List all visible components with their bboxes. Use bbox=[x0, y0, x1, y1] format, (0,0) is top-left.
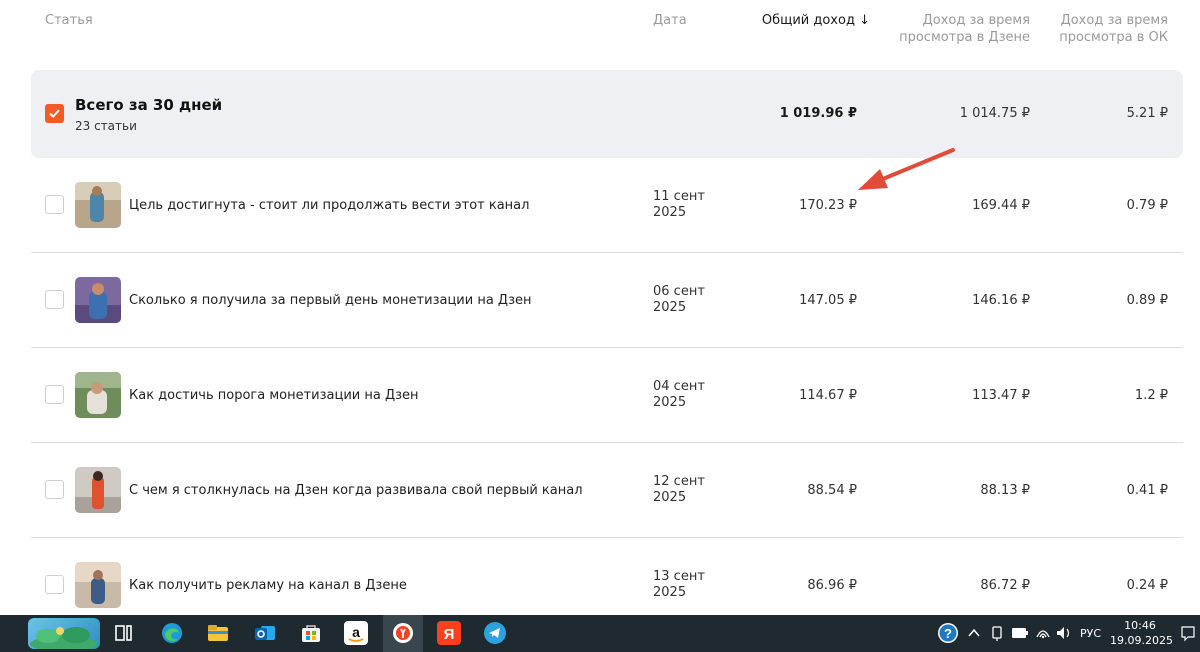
row-total: 114.67 ₽ bbox=[799, 388, 857, 403]
notifications-icon[interactable] bbox=[1178, 615, 1198, 652]
task-view-icon[interactable] bbox=[112, 621, 136, 645]
chevron-up-icon[interactable] bbox=[966, 615, 982, 652]
yandex-browser-icon[interactable] bbox=[391, 621, 415, 645]
column-ok-line1: Доход за время bbox=[1060, 13, 1168, 28]
date-year: 2025 bbox=[653, 395, 687, 410]
article-thumbnail[interactable] bbox=[75, 467, 121, 513]
taskbar: a Я ? РУС 10:46 19.09.2025 bbox=[0, 615, 1200, 652]
article-title[interactable]: Сколько я получила за первый день монети… bbox=[129, 293, 532, 308]
article-date: 13 сент 2025 bbox=[653, 569, 713, 601]
row-total: 88.54 ₽ bbox=[807, 483, 857, 498]
article-thumbnail[interactable] bbox=[75, 372, 121, 418]
row-zen: 146.16 ₽ bbox=[972, 293, 1030, 308]
article-date: 11 сент 2025 bbox=[653, 189, 713, 221]
row-checkbox[interactable] bbox=[45, 575, 64, 594]
battery-icon[interactable] bbox=[1010, 615, 1030, 652]
outlook-icon[interactable] bbox=[253, 621, 277, 645]
date-year: 2025 bbox=[653, 585, 687, 600]
clock[interactable]: 10:46 19.09.2025 bbox=[1110, 618, 1173, 648]
column-ok-income[interactable]: Доход за время просмотра в ОК bbox=[1040, 12, 1168, 46]
language-indicator[interactable]: РУС bbox=[1080, 627, 1101, 640]
column-total-income[interactable]: Общий доход ↓ bbox=[700, 12, 870, 29]
article-title[interactable]: Цель достигнута - стоит ли продолжать ве… bbox=[129, 198, 529, 213]
row-ok: 1.2 ₽ bbox=[1134, 388, 1168, 403]
store-icon[interactable] bbox=[299, 621, 323, 645]
widgets-icon[interactable] bbox=[28, 618, 100, 649]
column-zen-income[interactable]: Доход за время просмотра в Дзене bbox=[880, 12, 1030, 46]
device-icon[interactable] bbox=[988, 615, 1006, 652]
clock-date: 19.09.2025 bbox=[1110, 634, 1173, 647]
row-total: 170.23 ₽ bbox=[799, 198, 857, 213]
summary-title: Всего за 30 дней bbox=[75, 96, 223, 114]
article-date: 04 сент 2025 bbox=[653, 379, 713, 411]
column-total-label: Общий доход bbox=[761, 13, 855, 28]
column-zen-line2: просмотра в Дзене bbox=[899, 30, 1030, 45]
article-thumbnail[interactable] bbox=[75, 277, 121, 323]
row-checkbox[interactable] bbox=[45, 290, 64, 309]
sort-down-arrow-icon: ↓ bbox=[859, 13, 870, 28]
article-thumbnail[interactable] bbox=[75, 182, 121, 228]
row-checkbox[interactable] bbox=[45, 195, 64, 214]
table-row[interactable]: Как достичь порога монетизации на Дзен 0… bbox=[31, 348, 1183, 443]
row-ok: 0.79 ₽ bbox=[1126, 198, 1168, 213]
amazon-icon[interactable]: a bbox=[344, 621, 368, 645]
row-total: 147.05 ₽ bbox=[799, 293, 857, 308]
table-row[interactable]: Сколько я получила за первый день монети… bbox=[31, 253, 1183, 348]
svg-text:Я: Я bbox=[444, 626, 455, 643]
article-date: 12 сент 2025 bbox=[653, 474, 713, 506]
date-day: 13 сент bbox=[653, 569, 705, 584]
help-icon[interactable]: ? bbox=[936, 615, 960, 652]
row-checkbox[interactable] bbox=[45, 480, 64, 499]
row-zen: 113.47 ₽ bbox=[972, 388, 1030, 403]
date-year: 2025 bbox=[653, 490, 687, 505]
article-title[interactable]: С чем я столкнулась на Дзен когда развив… bbox=[129, 483, 583, 498]
file-explorer-icon[interactable] bbox=[206, 621, 230, 645]
table-row[interactable]: С чем я столкнулась на Дзен когда развив… bbox=[31, 443, 1183, 538]
summary-row: Всего за 30 дней 23 статьи 1 019.96 ₽ 1 … bbox=[31, 70, 1183, 158]
column-ok-line2: просмотра в ОК bbox=[1059, 30, 1168, 45]
svg-text:?: ? bbox=[944, 626, 952, 641]
article-thumbnail[interactable] bbox=[75, 562, 121, 608]
row-total: 86.96 ₽ bbox=[807, 578, 857, 593]
table-row[interactable]: Цель достигнута - стоит ли продолжать ве… bbox=[31, 158, 1183, 253]
article-title[interactable]: Как достичь порога монетизации на Дзен bbox=[129, 388, 419, 403]
date-year: 2025 bbox=[653, 300, 687, 315]
summary-zen: 1 014.75 ₽ bbox=[959, 106, 1030, 121]
clock-time: 10:46 bbox=[1124, 619, 1156, 632]
date-day: 04 сент bbox=[653, 379, 705, 394]
table-header: Статья Дата Общий доход ↓ Доход за время… bbox=[0, 0, 1200, 70]
wifi-icon[interactable] bbox=[1034, 615, 1052, 652]
edge-icon[interactable] bbox=[160, 621, 184, 645]
annotation-arrow-icon bbox=[858, 148, 955, 190]
yandex-icon[interactable]: Я bbox=[437, 621, 461, 645]
summary-subtitle: 23 статьи bbox=[75, 119, 137, 133]
row-zen: 169.44 ₽ bbox=[972, 198, 1030, 213]
date-year: 2025 bbox=[653, 205, 687, 220]
summary-total: 1 019.96 ₽ bbox=[779, 106, 857, 121]
telegram-icon[interactable] bbox=[483, 621, 507, 645]
volume-icon[interactable] bbox=[1054, 615, 1074, 652]
svg-text:a: a bbox=[352, 624, 360, 640]
row-zen: 86.72 ₽ bbox=[980, 578, 1030, 593]
row-ok: 0.24 ₽ bbox=[1126, 578, 1168, 593]
article-title[interactable]: Как получить рекламу на канал в Дзене bbox=[129, 578, 407, 593]
date-day: 12 сент bbox=[653, 474, 705, 489]
date-day: 11 сент bbox=[653, 189, 705, 204]
article-date: 06 сент 2025 bbox=[653, 284, 713, 316]
select-all-checkbox[interactable] bbox=[45, 104, 64, 123]
row-zen: 88.13 ₽ bbox=[980, 483, 1030, 498]
check-icon bbox=[49, 109, 60, 118]
summary-ok: 5.21 ₽ bbox=[1126, 106, 1168, 121]
column-article[interactable]: Статья bbox=[45, 12, 93, 29]
row-checkbox[interactable] bbox=[45, 385, 64, 404]
date-day: 06 сент bbox=[653, 284, 705, 299]
row-ok: 0.41 ₽ bbox=[1126, 483, 1168, 498]
column-zen-line1: Доход за время bbox=[922, 13, 1030, 28]
column-date[interactable]: Дата bbox=[653, 12, 687, 29]
row-ok: 0.89 ₽ bbox=[1126, 293, 1168, 308]
